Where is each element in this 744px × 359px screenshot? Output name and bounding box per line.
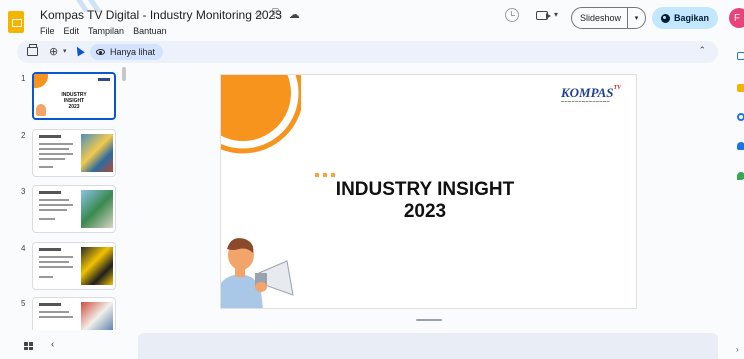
thumb-orange-shape bbox=[34, 74, 48, 88]
thumb-figure bbox=[36, 104, 46, 116]
expand-side-panel-chevron-icon[interactable]: › bbox=[736, 345, 739, 354]
view-only-chip[interactable]: Hanya lihat bbox=[90, 44, 164, 60]
meet-camera-icon[interactable] bbox=[536, 11, 551, 20]
slideshow-label: Slideshow bbox=[579, 13, 622, 23]
slideshow-button[interactable]: Slideshow ▾ bbox=[571, 7, 646, 29]
thumb-image bbox=[81, 134, 113, 172]
decorative-dots bbox=[315, 173, 335, 177]
tasks-icon[interactable] bbox=[737, 113, 744, 121]
slide-number: 5 bbox=[21, 299, 26, 308]
chevron-down-icon[interactable]: ▾ bbox=[554, 10, 558, 19]
share-label: Bagikan bbox=[673, 13, 709, 23]
thumb-image bbox=[81, 302, 113, 330]
filmstrip-item[interactable]: 3 bbox=[0, 185, 128, 235]
filmstrip-scrollbar[interactable] bbox=[122, 67, 126, 81]
zoom-icon[interactable]: ⊕ bbox=[49, 45, 58, 58]
toolbar: ⊕ ▾ Hanya lihat ⌃ bbox=[17, 41, 718, 63]
slide-number: 2 bbox=[21, 131, 26, 140]
contacts-icon[interactable] bbox=[737, 142, 744, 150]
person-with-megaphone-illustration bbox=[221, 238, 294, 308]
thumb-image bbox=[81, 247, 113, 285]
share-button[interactable]: Bagikan bbox=[652, 7, 718, 29]
menu-file[interactable]: File bbox=[40, 26, 55, 36]
menu-help[interactable]: Bantuan bbox=[133, 26, 167, 36]
slide-title: INDUSTRY INSIGHT 2023 bbox=[335, 179, 515, 222]
slide-canvas[interactable]: KOMPASTV ▬▬▬▬▬▬▬▬▬▬▬▬▬▬ INDUSTRY INSIGHT… bbox=[220, 74, 637, 309]
account-avatar[interactable]: F bbox=[729, 8, 744, 28]
globe-icon bbox=[660, 13, 670, 23]
calendar-icon[interactable] bbox=[737, 52, 744, 60]
grid-view-icon[interactable] bbox=[24, 342, 33, 350]
slides-app-logo-icon[interactable] bbox=[8, 11, 24, 33]
slide-thumbnail[interactable] bbox=[32, 297, 116, 330]
kompas-tv-logo: KOMPASTV ▬▬▬▬▬▬▬▬▬▬▬▬▬▬ bbox=[561, 85, 622, 103]
star-icon[interactable]: ☆ bbox=[254, 8, 264, 21]
slide-thumbnail[interactable] bbox=[32, 185, 116, 233]
version-history-icon[interactable] bbox=[505, 8, 519, 22]
eye-icon bbox=[96, 49, 105, 55]
slide-filmstrip: 1 INDUSTRY INSIGHT 2023 2 3 4 5 bbox=[0, 66, 128, 330]
speaker-notes-resize-handle[interactable] bbox=[416, 319, 442, 321]
slide-number: 1 bbox=[21, 74, 26, 83]
document-title[interactable]: Kompas TV Digital - Industry Monitoring … bbox=[40, 8, 282, 22]
menu-view[interactable]: Tampilan bbox=[88, 26, 124, 36]
collapse-menu-chevron-up-icon[interactable]: ⌃ bbox=[698, 45, 706, 56]
thumb-title: INDUSTRY INSIGHT 2023 bbox=[61, 92, 87, 110]
filmstrip-item[interactable]: 5 bbox=[0, 297, 128, 330]
thumb-image bbox=[81, 190, 113, 228]
slide-thumbnail[interactable] bbox=[32, 129, 116, 177]
view-only-label: Hanya lihat bbox=[110, 47, 156, 57]
move-to-folder-icon[interactable]: ⎘ bbox=[272, 8, 281, 21]
zoom-chevron-down-icon[interactable]: ▾ bbox=[63, 47, 67, 55]
side-panel bbox=[733, 46, 744, 336]
select-cursor-icon[interactable] bbox=[73, 44, 85, 57]
cloud-saved-icon[interactable]: ☁ bbox=[289, 8, 300, 21]
print-icon[interactable] bbox=[27, 44, 38, 56]
filmstrip-item[interactable]: 4 bbox=[0, 242, 128, 292]
slideshow-options-chevron-icon[interactable]: ▾ bbox=[627, 8, 645, 28]
maps-icon[interactable] bbox=[737, 172, 744, 180]
slide-thumbnail[interactable]: INDUSTRY INSIGHT 2023 bbox=[32, 72, 116, 120]
menu-bar: File Edit Tampilan Bantuan bbox=[40, 26, 167, 36]
slide-number: 3 bbox=[21, 187, 26, 196]
menu-edit[interactable]: Edit bbox=[64, 26, 80, 36]
collapse-filmstrip-chevron-left-icon[interactable]: ‹ bbox=[51, 339, 54, 350]
slide-number: 4 bbox=[21, 244, 26, 253]
slide-thumbnail[interactable] bbox=[32, 242, 116, 290]
filmstrip-item[interactable]: 1 INDUSTRY INSIGHT 2023 bbox=[0, 72, 128, 122]
filmstrip-item[interactable]: 2 bbox=[0, 129, 128, 179]
orange-corner-shape bbox=[221, 75, 301, 154]
speaker-notes-panel[interactable] bbox=[138, 333, 718, 359]
keep-icon[interactable] bbox=[737, 84, 744, 92]
thumb-brand-logo bbox=[98, 78, 110, 81]
